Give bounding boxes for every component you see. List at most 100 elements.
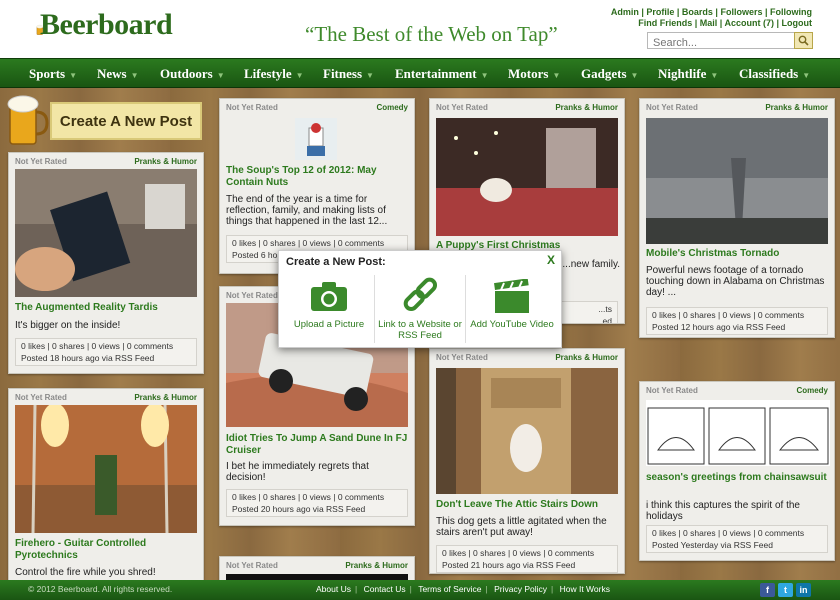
rating-label: Not Yet Rated — [226, 103, 278, 112]
category-label: Comedy — [796, 386, 828, 395]
nav-label: Outdoors — [160, 66, 213, 81]
account-link[interactable]: Account (7) — [724, 18, 774, 28]
chevron-down-icon: ▼ — [630, 71, 639, 80]
create-post-button[interactable]: Create A New Post — [7, 94, 205, 146]
post-card[interactable]: Not Yet Rated Comedy season's greetings … — [639, 381, 835, 561]
post-card[interactable]: Not Yet Rated Pranks & Humor Don't Leave… — [429, 348, 625, 574]
site-logo-text[interactable]: Beerboard — [40, 8, 173, 42]
how-it-works-link[interactable]: How It Works — [560, 584, 610, 594]
nav-news[interactable]: News ▼ — [97, 66, 139, 82]
search-input[interactable] — [648, 35, 794, 51]
post-title[interactable]: season's greetings from chainsawsuit — [646, 472, 830, 484]
post-title[interactable]: Idiot Tries To Jump A Sand Dune In FJ Cr… — [226, 433, 410, 457]
divider: | — [485, 584, 488, 594]
site-header: Beerboard “The Best of the Web on Tap” A… — [0, 0, 840, 58]
nav-lifestyle[interactable]: Lifestyle ▼ — [244, 66, 304, 82]
nav-classifieds[interactable]: Classifieds ▼ — [739, 66, 810, 82]
post-source: Posted 20 hours ago via RSS Feed — [232, 504, 366, 514]
post-title[interactable]: The Soup's Top 12 of 2012: May Contain N… — [226, 165, 410, 189]
post-card[interactable]: Not Yet Rated Comedy The Soup's Top 12 o… — [219, 98, 415, 274]
upload-picture-option[interactable]: Upload a Picture — [285, 277, 373, 343]
post-thumbnail[interactable] — [436, 368, 618, 494]
search-button[interactable] — [794, 32, 813, 49]
post-card[interactable]: Not Yet Rated Pranks & Humor Mobile's Ch… — [639, 98, 835, 338]
post-title[interactable]: Don't Leave The Attic Stairs Down — [436, 499, 620, 511]
nav-label: Fitness — [323, 66, 362, 81]
profile-link[interactable]: Profile — [646, 7, 674, 17]
post-description: The end of the year is a time for reflec… — [226, 194, 388, 227]
nav-outdoors[interactable]: Outdoors ▼ — [160, 66, 225, 82]
facebook-icon[interactable]: f — [760, 583, 775, 597]
nav-nightlife[interactable]: Nightlife ▼ — [658, 66, 718, 82]
post-description: Powerful news footage of a tornado touch… — [646, 265, 825, 298]
post-thumbnail[interactable] — [15, 405, 197, 533]
link-website-option[interactable]: Link to a Website or RSS Feed — [375, 277, 465, 343]
nav-gadgets[interactable]: Gadgets ▼ — [581, 66, 638, 82]
create-post-label: Create A New Post — [50, 102, 202, 140]
twitter-icon[interactable]: t — [778, 583, 793, 597]
post-thumbnail[interactable] — [15, 169, 197, 297]
boards-link[interactable]: Boards — [682, 7, 713, 17]
chevron-down-icon: ▼ — [295, 71, 304, 80]
post-title[interactable]: Mobile's Christmas Tornado — [646, 248, 830, 260]
add-youtube-option[interactable]: Add YouTube Video — [467, 277, 557, 343]
site-tagline: “The Best of the Web on Tap” — [305, 22, 558, 46]
category-label: Comedy — [376, 103, 408, 112]
post-source: Posted 21 hours ago via RSS Feed — [442, 560, 576, 570]
terms-of-service-link[interactable]: Terms of Service — [418, 584, 481, 594]
category-label: Pranks & Humor — [555, 103, 618, 112]
chevron-down-icon: ▼ — [802, 71, 811, 80]
about-us-link[interactable]: About Us — [316, 584, 351, 594]
post-title[interactable]: Firehero - Guitar Controlled Pyrotechnic… — [15, 538, 199, 562]
nav-label: Gadgets — [581, 66, 627, 81]
main-nav: Sports ▼ News ▼ Outdoors ▼ Lifestyle ▼ Fitne… — [0, 58, 840, 88]
beer-mug-icon — [7, 95, 49, 145]
mail-link[interactable]: Mail — [700, 18, 718, 28]
post-thumbnail[interactable] — [436, 118, 618, 236]
category-label: Pranks & Humor — [134, 393, 197, 402]
chevron-down-icon: ▼ — [480, 71, 489, 80]
nav-fitness[interactable]: Fitness ▼ — [323, 66, 374, 82]
option-label: Add YouTube Video — [470, 319, 554, 330]
copyright: © 2012 Beerboard. All rights reserved. — [28, 584, 173, 594]
post-card[interactable]: Not Yet Rated Pranks & Humor The Augment… — [8, 152, 204, 374]
chevron-down-icon: ▼ — [710, 71, 719, 80]
post-card[interactable]: Not Yet Rated Pranks & Humor — [219, 556, 415, 580]
post-title[interactable]: The Augmented Reality Tardis — [15, 302, 199, 314]
post-thumbnail[interactable] — [646, 400, 830, 466]
privacy-policy-link[interactable]: Privacy Policy — [494, 584, 547, 594]
nav-label: Entertainment — [395, 66, 477, 81]
nav-entertainment[interactable]: Entertainment ▼ — [395, 66, 489, 82]
rating-label: Not Yet Rated — [226, 291, 278, 300]
post-source: Posted Yesterday via RSS Feed — [652, 540, 773, 550]
post-thumbnail[interactable] — [646, 118, 828, 244]
chevron-down-icon: ▼ — [69, 71, 78, 80]
account-links: Admin | Profile | Boards | Followers | F… — [610, 7, 813, 28]
linkedin-icon[interactable]: in — [796, 583, 811, 597]
followers-link[interactable]: Followers — [720, 7, 762, 17]
nav-motors[interactable]: Motors ▼ — [508, 66, 560, 82]
rating-label: Not Yet Rated — [646, 103, 698, 112]
nav-sports[interactable]: Sports ▼ — [29, 66, 77, 82]
contact-us-link[interactable]: Contact Us — [364, 584, 406, 594]
modal-title: Create a New Post: — [286, 256, 386, 268]
search-icon — [798, 35, 809, 46]
post-thumbnail[interactable] — [295, 118, 337, 160]
close-button[interactable]: X — [547, 253, 555, 267]
post-source: Posted 12 hours ago via RSS Feed — [652, 322, 786, 332]
post-stats-counts: 0 likes | 0 shares | 0 views | 0 comment… — [21, 341, 174, 351]
post-stats-counts: 0 likes | 0 shares | 0 views | 0 comment… — [442, 548, 595, 558]
post-source: Posted 18 hours ago via RSS Feed — [21, 353, 155, 363]
find-friends-link[interactable]: Find Friends — [638, 18, 692, 28]
admin-link[interactable]: Admin — [611, 7, 639, 17]
divider: | — [354, 584, 358, 594]
post-stats: 0 likes | 0 shares | 0 views | 0 comment… — [436, 545, 618, 573]
option-label: Upload a Picture — [293, 319, 365, 330]
post-description: It's bigger on the inside! — [15, 320, 121, 331]
nav-label: Lifestyle — [244, 66, 292, 81]
post-card[interactable]: Not Yet Rated Pranks & Humor Firehero - … — [8, 388, 204, 580]
camera-icon — [311, 282, 347, 311]
following-link[interactable]: Following — [770, 7, 812, 17]
site-footer: © 2012 Beerboard. All rights reserved. A… — [0, 580, 840, 600]
logout-link[interactable]: Logout — [782, 18, 813, 28]
